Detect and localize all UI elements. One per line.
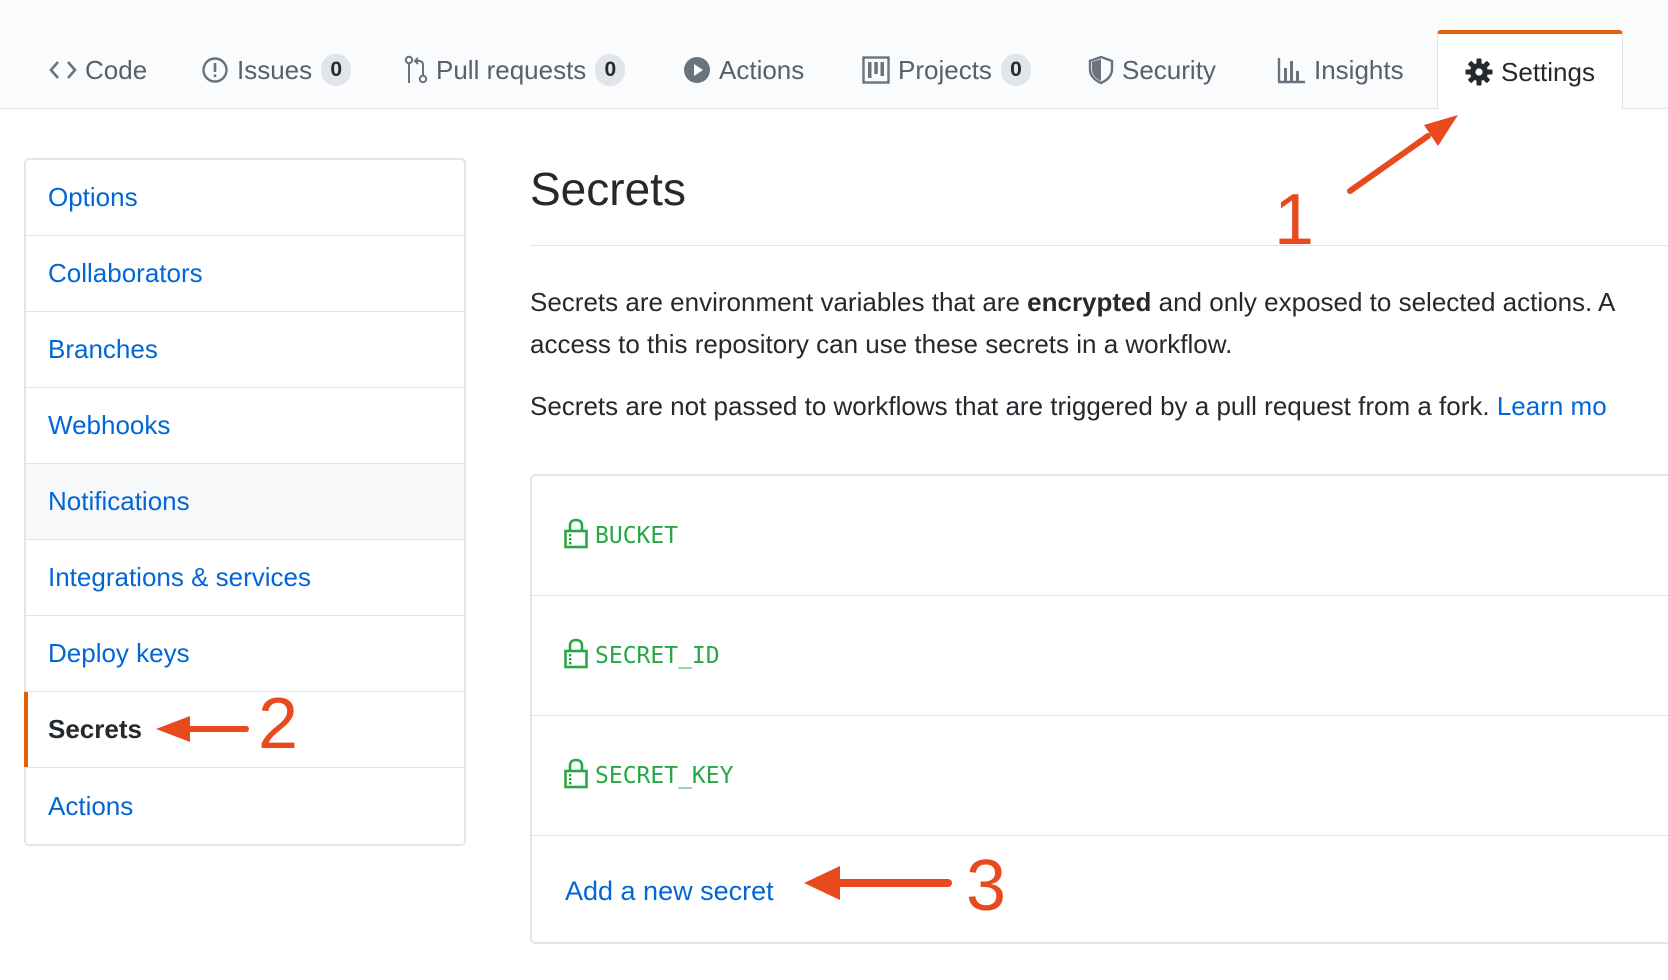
annotation-step-3: 3: [966, 846, 1007, 926]
annotation-step-1: 1: [1274, 180, 1315, 260]
annotation-arrow-1: [1347, 133, 1431, 194]
annotation-arrowhead-2: [156, 716, 190, 742]
annotation-arrows: [156, 115, 1458, 900]
annotation-arrowhead-3: [804, 866, 840, 900]
annotation-step-2: 2: [258, 684, 299, 764]
annotation-arrowhead-1: [1424, 115, 1458, 146]
